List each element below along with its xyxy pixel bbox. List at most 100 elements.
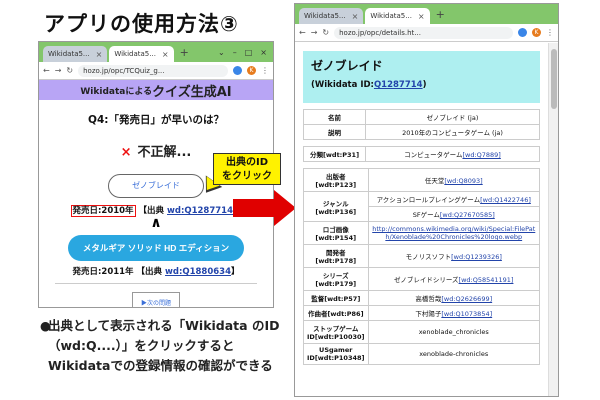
arrow-head-icon (274, 190, 296, 226)
address-bar: ← → ↻ hozo.jp/opc/details.ht... K ⋮ (295, 24, 558, 42)
property-value-cell: 高橋哲哉[wd:Q2626699] (367, 290, 540, 306)
next-question-button[interactable]: ▶次の問題 (132, 292, 180, 307)
profile-avatar[interactable]: K (532, 28, 541, 37)
menu-icon[interactable]: ⋮ (546, 28, 554, 37)
table-row: ジャンル[wdt:P136] アクションロールプレイングゲーム[wd:Q14227… (303, 191, 540, 222)
property-value-cell: コンピュータゲーム[wd:Q7889] (365, 146, 540, 162)
reload-icon[interactable]: ↻ (66, 66, 73, 75)
source-prefix: 【出典 (136, 267, 163, 277)
tab-close-icon[interactable]: × (418, 12, 425, 21)
tab-label: Wikidata5... (48, 50, 90, 58)
property-link[interactable]: [wd:Q1422746] (480, 196, 531, 204)
property-link[interactable]: [wd:Q58541191] (459, 276, 514, 284)
class-table: 分類[wdt:P31] コンピュータゲーム[wd:Q7889] (303, 146, 540, 162)
extension-icon[interactable] (233, 66, 242, 75)
incorrect-icon: × (120, 145, 132, 160)
new-tab-button[interactable]: + (176, 46, 193, 62)
logo-image-link[interactable]: http://commons.wikimedia.org/wiki/Specia… (372, 225, 535, 241)
tab-close-icon[interactable]: × (352, 12, 359, 21)
property-link[interactable]: [wd:Q27670585] (440, 211, 495, 219)
property-link[interactable]: [wd:Q2626699] (441, 295, 492, 303)
scroll-thumb[interactable] (551, 49, 557, 109)
property-key: USgamer ID[wdt:P10348] (303, 343, 369, 365)
source-suffix: 】 (230, 267, 240, 277)
forward-icon[interactable]: → (311, 28, 318, 37)
answer1-date: 発売日:2010年 (70, 205, 136, 217)
address-bar: ← → ↻ hozo.jp/opc/TCQuiz_g... K ⋮ (39, 62, 273, 80)
back-icon[interactable]: ← (299, 28, 306, 37)
close-window-icon[interactable]: × (260, 48, 267, 57)
profile-avatar[interactable]: K (247, 66, 256, 75)
answer2-wikidata-link[interactable]: wd:Q1880634 (165, 267, 231, 277)
tab-label: Wikidata5... (370, 12, 412, 20)
table-row: 説明 2010年のコンピュータゲーム (ja) (303, 124, 540, 140)
tab-label: Wikidata5... (304, 12, 346, 20)
url-field[interactable]: hozo.jp/opc/details.ht... (334, 26, 513, 39)
new-tab-button[interactable]: + (432, 8, 449, 24)
table-row: USgamer ID[wdt:P10348] xenoblade-chronicl… (303, 343, 540, 365)
property-link[interactable]: [wd:Q1239326] (451, 253, 502, 261)
property-value: 下村陽子 (415, 310, 442, 318)
property-link[interactable]: [wd:Q1073854] (441, 310, 492, 318)
property-value-cell: 下村陽子[wd:Q1073854] (367, 305, 540, 321)
extension-icon[interactable] (518, 28, 527, 37)
wikidata-details-page: ゼノブレイド (Wikidata ID:Q1287714) 名前 ゼノブレイド … (295, 43, 548, 396)
entity-id-line: (Wikidata ID:Q1287714) (311, 80, 532, 90)
slide-title: アプリの使用方法③ (44, 12, 239, 36)
property-value: アクションロールプレイングゲーム (376, 196, 481, 204)
property-link[interactable]: [wd:Q8093] (444, 177, 482, 185)
back-icon[interactable]: ← (43, 66, 50, 75)
callout-line-2: をクリック (222, 171, 272, 182)
id-prefix: (Wikidata ID: (311, 80, 374, 90)
scrollbar[interactable] (548, 43, 558, 396)
property-key: ジャンル[wdt:P136] (303, 191, 369, 222)
url-field[interactable]: hozo.jp/opc/TCQuiz_g... (78, 64, 228, 77)
property-key: ロゴ画像[wdt:P154] (303, 221, 369, 245)
minimize-icon[interactable]: – (233, 48, 237, 57)
browser-tab-active[interactable]: Wikidata5... × (109, 46, 174, 62)
browser-tab[interactable]: Wikidata5... × (43, 46, 108, 62)
answer-button-1[interactable]: ゼノブレイド (108, 174, 204, 198)
question-text: Q4:「発売日」が早いのは？ (88, 114, 224, 126)
property-value-cell: http://commons.wikimedia.org/wiki/Specia… (367, 221, 540, 245)
forward-icon[interactable]: → (55, 66, 62, 75)
callout-line-1: 出典のID (225, 157, 269, 168)
wikidata-browser-window: Wikidata5... × Wikidata5... × + ← → ↻ ho… (294, 3, 559, 397)
property-value: xenoblade_chronicles (367, 320, 540, 344)
entity-id-link[interactable]: Q1287714 (374, 80, 423, 90)
tab-search-icon[interactable]: ⌄ (218, 48, 225, 57)
tab-bar: Wikidata5... × Wikidata5... × + (295, 4, 558, 24)
reload-icon[interactable]: ↻ (322, 28, 329, 37)
property-value: 高橋哲哉 (415, 295, 442, 303)
property-table: 出版者[wdt:P123] 任天堂[wd:Q8093] ジャンル[wdt:P136… (303, 168, 540, 365)
arrow-right-icon (233, 199, 275, 217)
property-value: ゼノブレイド (ja) (365, 109, 540, 125)
property-value: 任天堂 (424, 177, 445, 185)
tab-bar: Wikidata5... × Wikidata5... × + ⌄ – □ × (39, 42, 273, 62)
answer-button-2[interactable]: メタルギア ソリッド HD エディション (68, 235, 244, 261)
maximize-icon[interactable]: □ (245, 48, 253, 57)
divider (55, 283, 257, 284)
property-value: モノリスソフト (405, 253, 452, 261)
browser-tab[interactable]: Wikidata5... × (299, 8, 364, 24)
table-row: シリーズ[wdt:P179] ゼノブレイドシリーズ[wd:Q58541191] (303, 267, 540, 291)
tab-close-icon[interactable]: × (162, 50, 169, 59)
browser-tab-active[interactable]: Wikidata5... × (365, 8, 430, 24)
table-row: 開発者[wdt:P178] モノリスソフト[wd:Q1239326] (303, 244, 540, 268)
property-value: ゼノブレイドシリーズ (394, 276, 459, 284)
property-key: ストップゲームID[wdt:P10030] (303, 320, 369, 344)
property-value-cell: アクションロールプレイングゲーム[wd:Q1422746] (367, 191, 540, 207)
property-value-cell: ゼノブレイドシリーズ[wd:Q58541191] (367, 267, 540, 291)
tab-close-icon[interactable]: × (96, 50, 103, 59)
menu-icon[interactable]: ⋮ (261, 66, 269, 75)
result-text: 不正解... (137, 145, 192, 160)
property-link[interactable]: [wd:Q7889] (462, 151, 500, 159)
property-key: 開発者[wdt:P178] (303, 244, 369, 268)
table-row: 出版者[wdt:P123] 任天堂[wd:Q8093] (303, 168, 540, 192)
property-key: 説明 (303, 124, 366, 140)
table-row: ストップゲームID[wdt:P10030] xenoblade_chronicle… (303, 320, 540, 344)
property-key: シリーズ[wdt:P179] (303, 267, 369, 291)
answer1-wikidata-link[interactable]: wd:Q1287714 (167, 206, 233, 216)
property-value-cell: 任天堂[wd:Q8093] (367, 168, 540, 192)
callout-bubble: 出典のID をクリック (213, 153, 281, 185)
